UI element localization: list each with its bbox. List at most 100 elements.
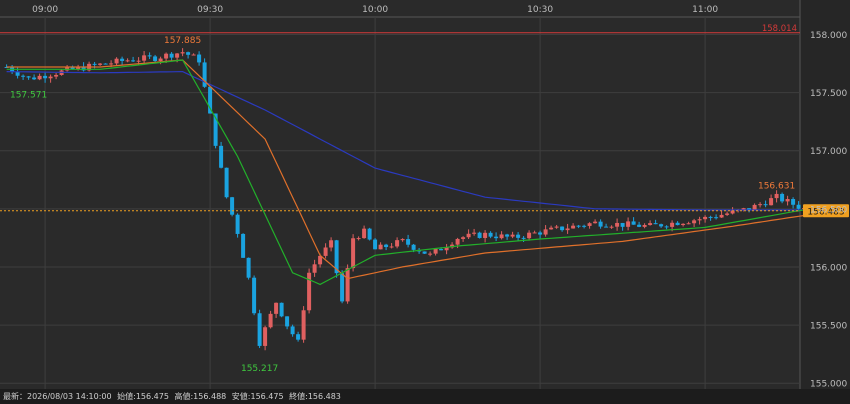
candle-down bbox=[714, 217, 719, 219]
status-close: 終値:156.483 bbox=[289, 392, 341, 401]
candle-down bbox=[197, 54, 202, 63]
candle-up bbox=[554, 226, 559, 228]
candle-down bbox=[653, 223, 658, 225]
candle-up bbox=[48, 76, 53, 79]
candle-up bbox=[312, 264, 317, 273]
candle-down bbox=[604, 226, 609, 228]
candle-up bbox=[362, 228, 367, 239]
candle-down bbox=[230, 197, 235, 215]
candle-down bbox=[598, 221, 603, 227]
candle-down bbox=[285, 316, 290, 327]
candle-down bbox=[252, 277, 257, 314]
candle-down bbox=[796, 204, 801, 209]
candle-up bbox=[268, 313, 273, 328]
candle-up bbox=[263, 327, 268, 346]
candle-up bbox=[98, 63, 103, 65]
candle-up bbox=[323, 247, 328, 256]
candle-down bbox=[373, 239, 378, 250]
candle-up bbox=[136, 60, 141, 62]
candle-down bbox=[120, 58, 125, 61]
status-latest: 最新：2026/08/03 14:10:00 bbox=[3, 392, 112, 401]
candle-up bbox=[455, 238, 460, 245]
candle-up bbox=[499, 234, 504, 239]
candle-down bbox=[576, 225, 581, 227]
candle-down bbox=[477, 232, 482, 238]
candle-down bbox=[560, 226, 565, 231]
extreme-annotation: 156.631 bbox=[758, 182, 795, 192]
x-tick-label: 11:00 bbox=[692, 5, 718, 15]
candlestick-chart: 158.014156.483157.885157.571155.217156.6… bbox=[0, 0, 850, 390]
candle-up bbox=[692, 220, 697, 224]
candle-down bbox=[664, 226, 669, 228]
candle-up bbox=[466, 233, 471, 238]
candle-up bbox=[389, 246, 394, 248]
candle-down bbox=[169, 53, 174, 58]
candle-up bbox=[571, 225, 576, 229]
candle-down bbox=[103, 63, 108, 65]
candle-down bbox=[422, 251, 427, 254]
candle-down bbox=[791, 199, 796, 205]
candle-down bbox=[631, 221, 636, 225]
candle-down bbox=[675, 222, 680, 226]
candle-up bbox=[587, 223, 592, 226]
candle-down bbox=[92, 63, 97, 65]
candle-up bbox=[686, 223, 691, 225]
y-tick-label: 155.500 bbox=[810, 322, 847, 332]
candle-up bbox=[158, 58, 163, 62]
candle-up bbox=[741, 208, 746, 210]
candle-up bbox=[37, 75, 42, 80]
candle-down bbox=[763, 204, 768, 206]
candle-down bbox=[131, 60, 136, 62]
candle-down bbox=[538, 232, 543, 235]
candle-up bbox=[329, 240, 334, 248]
extreme-annotation: 155.217 bbox=[241, 364, 278, 374]
candle-down bbox=[505, 234, 510, 237]
candle-down bbox=[406, 239, 411, 245]
candle-down bbox=[439, 249, 444, 251]
status-open: 始値:156.475 bbox=[117, 392, 169, 401]
candle-up bbox=[785, 199, 790, 202]
candle-down bbox=[241, 233, 246, 258]
candle-down bbox=[582, 225, 587, 227]
candle-down bbox=[521, 237, 526, 239]
candle-up bbox=[180, 52, 185, 54]
candle-down bbox=[235, 214, 240, 234]
candle-down bbox=[246, 257, 251, 278]
candle-up bbox=[164, 53, 169, 59]
candle-down bbox=[516, 234, 521, 238]
candle-up bbox=[719, 214, 724, 218]
y-tick-label: 156.000 bbox=[810, 263, 847, 273]
candle-up bbox=[697, 219, 702, 221]
extreme-annotation: 157.571 bbox=[10, 90, 47, 100]
candle-up bbox=[142, 55, 147, 61]
candle-up bbox=[670, 222, 675, 227]
candle-up bbox=[648, 223, 653, 225]
candle-up bbox=[681, 223, 686, 226]
candle-down bbox=[708, 216, 713, 218]
x-tick-label: 09:00 bbox=[32, 5, 58, 15]
candle-up bbox=[609, 226, 614, 228]
reference-line-label: 158.014 bbox=[762, 24, 797, 34]
candle-up bbox=[191, 54, 196, 56]
candle-down bbox=[637, 224, 642, 227]
candle-up bbox=[565, 228, 570, 231]
candle-down bbox=[620, 222, 625, 227]
candle-up bbox=[109, 63, 114, 65]
candle-up bbox=[461, 237, 466, 239]
candle-up bbox=[400, 239, 405, 241]
candle-up bbox=[395, 240, 400, 247]
x-tick-label: 09:30 bbox=[197, 5, 223, 15]
candle-down bbox=[224, 167, 229, 198]
candle-up bbox=[774, 193, 779, 199]
candle-up bbox=[543, 229, 548, 235]
y-tick-label: 156.500 bbox=[810, 205, 847, 215]
extreme-annotation: 157.885 bbox=[164, 36, 201, 46]
candle-down bbox=[384, 244, 389, 248]
candle-up bbox=[114, 58, 119, 64]
candle-up bbox=[549, 227, 554, 230]
candle-down bbox=[43, 75, 48, 79]
candle-up bbox=[378, 244, 383, 250]
candle-up bbox=[483, 232, 488, 238]
plot-area bbox=[0, 0, 800, 389]
candle-down bbox=[186, 52, 191, 55]
